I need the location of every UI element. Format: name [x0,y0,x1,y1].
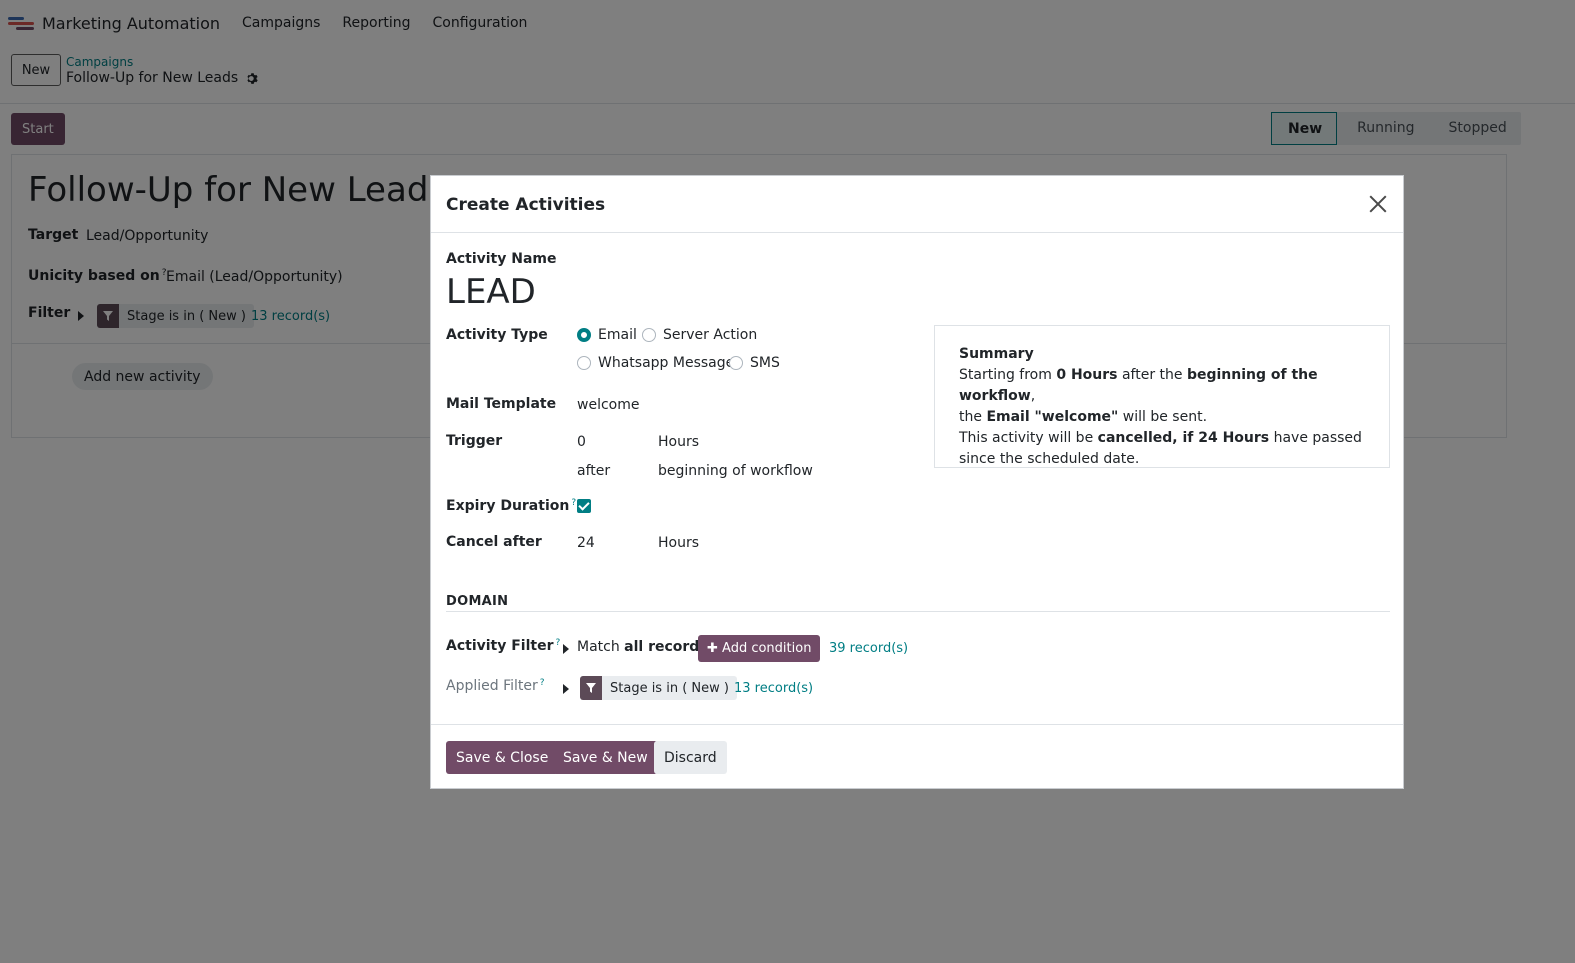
radio-unselected-icon[interactable] [642,328,656,342]
applied-filter-tag[interactable]: Stage is in ( New ) [580,676,737,700]
modal-header: Create Activities [431,176,1403,233]
cancel-after-input[interactable]: 24 [577,535,595,551]
close-icon[interactable] [1367,193,1389,215]
caret-right-icon[interactable] [563,644,569,654]
expiry-duration-checkbox[interactable] [577,499,591,513]
filter-icon [580,676,602,700]
summary-title: Summary [959,346,1034,362]
domain-section-header: DOMAIN [446,594,509,609]
radio-sms-label: SMS [750,355,780,371]
domain-divider [446,611,1390,612]
radio-whatsapp-label: Whatsapp Message [598,355,735,371]
help-icon[interactable]: ? [556,638,561,648]
cancel-after-label: Cancel after [446,534,542,550]
radio-server-action[interactable]: Server Action [642,327,757,343]
plus-icon: ✚ [707,641,723,656]
summary-line-3: This activity will be cancelled, if 24 H… [959,430,1362,467]
help-icon[interactable]: ? [571,498,576,508]
applied-filter-record-count[interactable]: 13 record(s) [734,681,813,696]
activity-filter-record-count[interactable]: 39 record(s) [829,641,908,656]
activity-name-input[interactable]: LEAD [446,272,536,312]
save-close-button[interactable]: Save & Close [446,741,559,774]
add-condition-button[interactable]: ✚ Add condition [698,635,821,662]
radio-server-action-label: Server Action [663,327,758,343]
applied-filter-tag-label: Stage is in ( New ) [610,680,729,696]
activity-type-label: Activity Type [446,327,548,343]
match-records-text: Match all records [577,639,708,655]
discard-button[interactable]: Discard [654,741,727,774]
applied-filter-label: Applied Filter? [446,678,545,694]
radio-unselected-icon[interactable] [577,356,591,370]
radio-email[interactable]: Email [577,327,637,343]
radio-sms[interactable]: SMS [729,355,780,371]
mail-template-label: Mail Template [446,396,557,412]
radio-selected-icon[interactable] [577,328,591,342]
summary-line-2: the Email "welcome" will be sent. [959,409,1208,425]
radio-email-label: Email [598,327,637,343]
save-new-button[interactable]: Save & New [553,741,658,774]
caret-right-icon[interactable] [563,684,569,694]
summary-line-1: Starting from 0 Hours after the beginnin… [959,367,1318,404]
help-icon[interactable]: ? [540,678,545,688]
modal-footer: Save & Close Save & New Discard [431,724,1403,789]
trigger-label: Trigger [446,433,503,449]
trigger-unit-select[interactable]: Hours [658,434,699,450]
trigger-reference-select[interactable]: beginning of workflow [658,463,813,479]
expiry-duration-label: Expiry Duration? [446,498,577,514]
radio-whatsapp[interactable]: Whatsapp Message [577,355,734,371]
activity-filter-label: Activity Filter? [446,638,561,654]
activity-name-label: Activity Name [446,251,557,267]
radio-unselected-icon[interactable] [729,356,743,370]
create-activities-dialog: Create Activities Activity Name LEAD Act… [430,175,1404,789]
trigger-interval-input[interactable]: 0 [577,434,586,450]
modal-title: Create Activities [446,195,606,215]
trigger-when-select[interactable]: after [577,463,610,479]
cancel-after-unit-select[interactable]: Hours [658,535,699,551]
mail-template-field[interactable]: welcome [577,397,639,413]
summary-box: Summary Starting from 0 Hours after the … [934,325,1390,468]
